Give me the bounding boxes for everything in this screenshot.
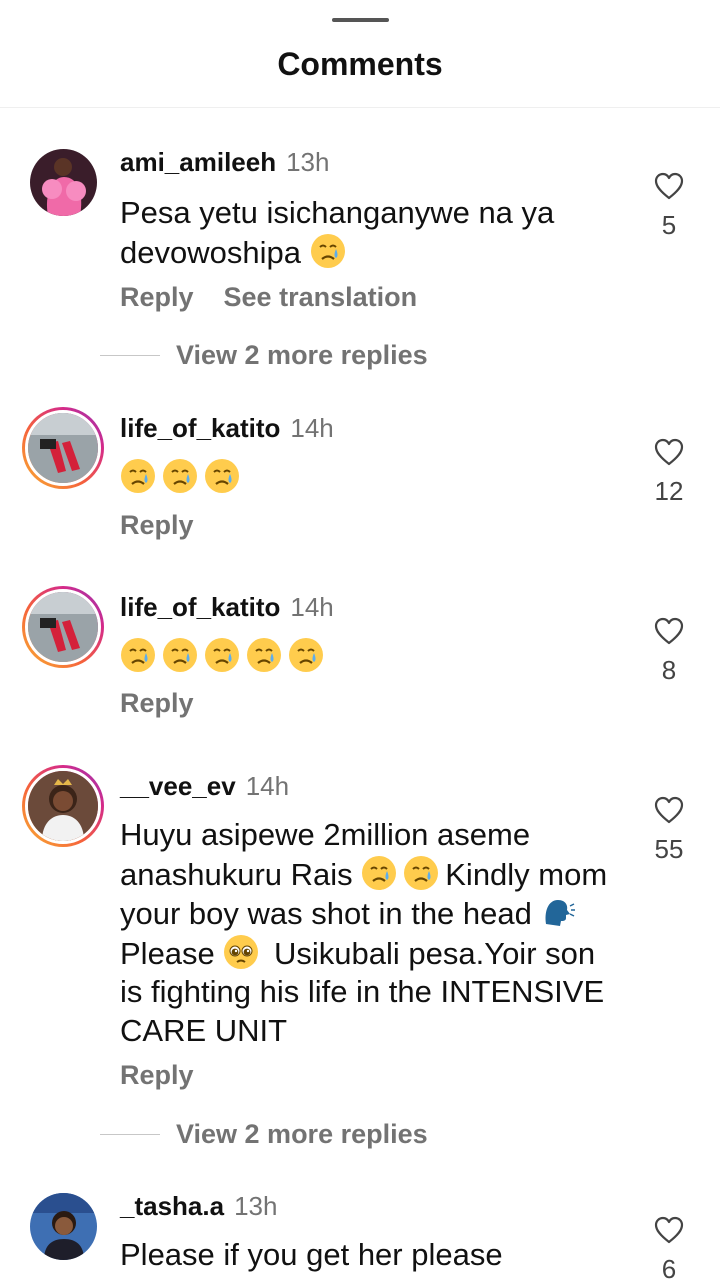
like-count: 5 [661, 210, 677, 240]
comment-text: Please if you get her please [120, 1236, 620, 1275]
avatar-woman-white-top-icon [28, 771, 98, 841]
like-button[interactable]: 8 [640, 617, 698, 686]
avatar-woman-blue-bg-icon [30, 1193, 97, 1260]
drag-handle[interactable] [332, 18, 389, 22]
avatar-red-shoes-icon [28, 592, 98, 662]
crying-face-emoji [361, 855, 397, 891]
comment-time: 14h [290, 592, 334, 622]
heart-outline-icon [654, 796, 684, 824]
comment-username[interactable]: _tasha.a [120, 1191, 224, 1221]
like-count: 55 [654, 834, 684, 864]
crying-face-emoji [204, 637, 240, 673]
heart-outline-icon [654, 617, 684, 645]
heart-outline-icon [654, 438, 684, 466]
crying-face-emoji [310, 233, 346, 269]
comment-time: 13h [234, 1191, 278, 1221]
reply-button[interactable]: Reply [120, 688, 194, 718]
replies-line [100, 1134, 160, 1135]
comment-text: Pesa yetu isichanganywe na ya devowoship… [120, 194, 620, 272]
comment-text: Huyu asipewe 2million aseme anashukuru R… [120, 816, 620, 1050]
crying-face-emoji [120, 458, 156, 494]
comment-username[interactable]: life_of_katito [120, 592, 280, 622]
crying-face-emoji [162, 458, 198, 494]
like-button[interactable]: 6 [640, 1216, 698, 1279]
header-divider [0, 107, 720, 108]
comment-username[interactable]: __vee_ev [120, 771, 236, 801]
avatar[interactable] [30, 149, 97, 216]
like-button[interactable]: 55 [640, 796, 698, 865]
see-translation-button[interactable]: See translation [224, 282, 418, 312]
like-count: 12 [654, 476, 684, 506]
view-replies-label: View 2 more replies [176, 1119, 428, 1149]
reply-button[interactable]: Reply [120, 510, 194, 540]
like-button[interactable]: 5 [640, 172, 698, 241]
comment-username[interactable]: life_of_katito [120, 413, 280, 443]
sheet-title: Comments [277, 46, 443, 82]
crying-face-emoji [288, 637, 324, 673]
like-button[interactable]: 12 [640, 438, 698, 507]
avatar[interactable] [22, 407, 104, 489]
comment-username[interactable]: ami_amileeh [120, 147, 276, 177]
heart-outline-icon [654, 1216, 684, 1244]
like-count: 8 [661, 655, 677, 685]
heart-outline-icon [654, 172, 684, 200]
replies-line [100, 355, 160, 356]
reply-button[interactable]: Reply [120, 1060, 194, 1090]
crying-face-emoji [120, 637, 156, 673]
view-replies-button[interactable]: View 2 more replies [100, 1119, 428, 1150]
comments-sheet: Comments ami_amileeh 13h Pesa yetu isicha… [0, 0, 720, 1279]
comment-text [120, 458, 620, 498]
comment-text [120, 637, 620, 677]
avatar[interactable] [22, 765, 104, 847]
crying-face-emoji [246, 637, 282, 673]
crying-face-emoji [204, 458, 240, 494]
comment-time: 14h [245, 771, 290, 801]
pleading-face-emoji [223, 934, 259, 970]
speaking-head-emoji [540, 894, 576, 930]
avatar-pink-dress-icon [30, 149, 97, 216]
view-replies-label: View 2 more replies [176, 340, 428, 370]
crying-face-emoji [403, 855, 439, 891]
avatar[interactable] [30, 1193, 97, 1260]
like-count: 6 [661, 1254, 677, 1279]
comment-time: 13h [286, 147, 330, 177]
comment-text-content: Please if you get her please [120, 1237, 503, 1272]
reply-button[interactable]: Reply [120, 282, 194, 312]
comment-text-part: Please [120, 935, 224, 971]
crying-face-emoji [162, 637, 198, 673]
avatar[interactable] [22, 586, 104, 668]
view-replies-button[interactable]: View 2 more replies [100, 340, 428, 371]
comment-time: 14h [290, 413, 334, 443]
avatar-red-shoes-icon [28, 413, 98, 483]
